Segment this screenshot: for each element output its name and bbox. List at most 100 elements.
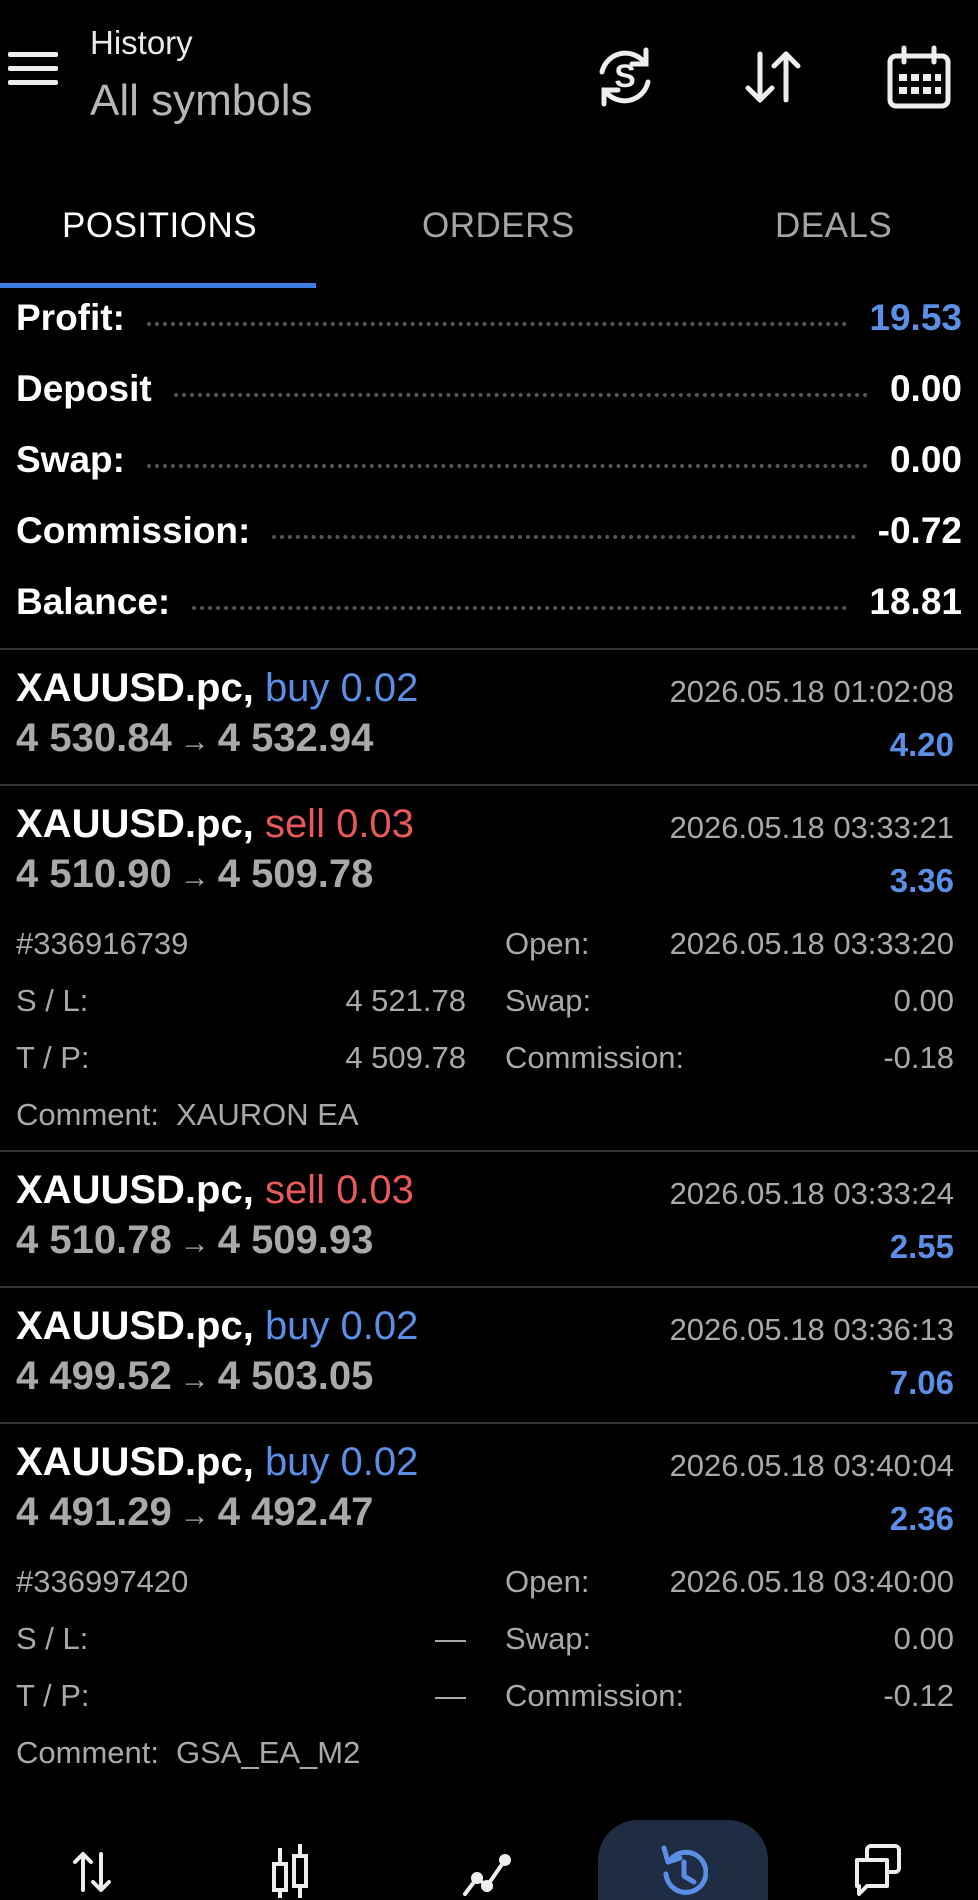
comment-label: Comment: — [16, 1097, 159, 1132]
nav-trade[interactable] — [32, 1820, 152, 1900]
position-prices: 4 530.84 → 4 532.94 — [16, 716, 374, 760]
tab-orders[interactable]: ORDERS — [422, 206, 575, 246]
position-prices: 4 510.78 → 4 509.93 — [16, 1218, 374, 1262]
nav-history[interactable] — [598, 1820, 768, 1900]
app-header: History All symbols S — [0, 0, 978, 150]
position-profit: 3.36 — [889, 862, 954, 899]
swap-value: 0.00 — [893, 983, 954, 1018]
position-symbol: XAUUSD.pc, buy 0.02 — [16, 1304, 419, 1348]
sl-label: S / L: — [16, 983, 89, 1018]
comment-label: Comment: — [16, 1735, 159, 1770]
summary-value: 0.00 — [889, 367, 962, 409]
summary-value: 18.81 — [869, 580, 962, 622]
bottom-navigation — [0, 1820, 978, 1900]
svg-text:S: S — [614, 58, 635, 94]
tab-deals[interactable]: DEALS — [775, 206, 892, 246]
page-title: History — [90, 24, 193, 61]
menu-icon[interactable] — [8, 52, 58, 92]
summary-swap: Swap: 0.00 — [0, 424, 978, 495]
swap-label: Swap: — [505, 983, 592, 1018]
nav-charts[interactable] — [230, 1820, 350, 1900]
tp-label: T / P: — [16, 1040, 90, 1075]
position-profit: 2.36 — [889, 1500, 954, 1537]
summary-value: -0.72 — [877, 509, 962, 551]
position-profit: 2.55 — [889, 1228, 954, 1265]
open-label: Open: — [505, 926, 590, 961]
sl-label: S / L: — [16, 1621, 89, 1656]
position-prices: 4 499.52 → 4 503.05 — [16, 1354, 374, 1398]
position-item-expanded[interactable]: XAUUSD.pc, buy 0.02 4 491.29 → 4 492.47 20… — [0, 1424, 978, 1786]
calendar-icon[interactable] — [884, 42, 954, 112]
commission-value: -0.18 — [883, 1040, 954, 1075]
commission-label: Commission: — [505, 1040, 685, 1075]
sort-icon[interactable] — [738, 42, 808, 112]
position-symbol: XAUUSD.pc, buy 0.02 — [16, 666, 419, 710]
summary-balance: Balance: 18.81 — [0, 566, 978, 637]
position-item[interactable]: XAUUSD.pc, buy 0.02 4 530.84 → 4 532.94 20… — [0, 650, 978, 784]
position-side: sell 0.03 — [264, 1168, 414, 1212]
position-side: sell 0.03 — [264, 802, 414, 846]
position-ticket: #336997420 — [16, 1564, 189, 1599]
swap-value: 0.00 — [893, 1621, 954, 1656]
position-profit: 4.20 — [889, 726, 954, 763]
position-time: 2026.05.18 01:02:08 — [669, 674, 954, 709]
commission-label: Commission: — [505, 1678, 685, 1713]
position-profit: 7.06 — [889, 1364, 954, 1401]
quotes-line-icon — [463, 1854, 511, 1896]
dotted-leader — [173, 392, 868, 397]
history-tabs: POSITIONS ORDERS DEALS — [0, 190, 978, 290]
trade-icon — [73, 1852, 111, 1892]
position-side: buy 0.02 — [264, 1304, 419, 1348]
summary-label: Deposit — [16, 367, 152, 409]
position-symbol: XAUUSD.pc, sell 0.03 — [16, 802, 414, 846]
summary-value: 19.53 — [869, 296, 962, 338]
comment-value: XAURON EA — [176, 1097, 359, 1132]
tp-value: 4 509.78 — [345, 1040, 466, 1075]
position-prices: 4 510.90 → 4 509.78 — [16, 852, 374, 896]
commission-value: -0.12 — [883, 1678, 954, 1713]
position-prices: 4 491.29 → 4 492.47 — [16, 1490, 374, 1534]
summary-label: Commission: — [16, 509, 251, 551]
dotted-leader — [192, 605, 848, 610]
position-symbol: XAUUSD.pc, sell 0.03 — [16, 1168, 414, 1212]
position-time: 2026.05.18 03:33:24 — [669, 1176, 954, 1211]
open-label: Open: — [505, 1564, 590, 1599]
summary-value: 0.00 — [889, 438, 962, 480]
position-time: 2026.05.18 03:33:21 — [669, 810, 954, 845]
position-side: buy 0.02 — [264, 666, 419, 710]
position-item-expanded[interactable]: XAUUSD.pc, sell 0.03 4 510.90 → 4 509.78 2… — [0, 786, 978, 1148]
summary-label: Balance: — [16, 580, 171, 622]
dotted-leader — [146, 321, 848, 326]
nav-messages[interactable] — [818, 1820, 938, 1900]
dotted-leader — [272, 534, 856, 539]
open-time: 2026.05.18 03:40:00 — [669, 1564, 954, 1599]
summary-label: Profit: — [16, 296, 125, 338]
tp-value: — — [435, 1678, 466, 1713]
tab-positions[interactable]: POSITIONS — [62, 206, 257, 246]
open-time: 2026.05.18 03:33:20 — [669, 926, 954, 961]
dotted-leader — [146, 463, 868, 468]
position-ticket: #336916739 — [16, 926, 189, 961]
comment-value: GSA_EA_M2 — [176, 1735, 361, 1770]
messages-icon — [855, 1844, 901, 1896]
sl-value: 4 521.78 — [345, 983, 466, 1018]
position-item[interactable]: XAUUSD.pc, buy 0.02 4 499.52 → 4 503.05 20… — [0, 1288, 978, 1422]
tp-label: T / P: — [16, 1678, 90, 1713]
swap-label: Swap: — [505, 1621, 592, 1656]
position-item[interactable]: XAUUSD.pc, sell 0.03 4 510.78 → 4 509.93 2… — [0, 1152, 978, 1286]
position-time: 2026.05.18 03:40:04 — [669, 1448, 954, 1483]
sl-value: — — [435, 1621, 466, 1656]
summary-label: Swap: — [16, 438, 125, 480]
summary-profit: Profit: 19.53 — [0, 282, 978, 353]
nav-quotes[interactable] — [426, 1820, 546, 1900]
position-side: buy 0.02 — [264, 1440, 419, 1484]
symbol-filter[interactable]: All symbols — [90, 76, 313, 126]
history-summary: Profit: 19.53 Deposit 0.00 Swap: 0.00 Co… — [0, 282, 978, 637]
position-symbol: XAUUSD.pc, buy 0.02 — [16, 1440, 419, 1484]
currency-refresh-icon[interactable]: S — [590, 42, 660, 112]
summary-deposit: Deposit 0.00 — [0, 353, 978, 424]
chart-bars-icon — [272, 1844, 308, 1898]
position-time: 2026.05.18 03:36:13 — [669, 1312, 954, 1347]
summary-commission: Commission: -0.72 — [0, 495, 978, 566]
history-icon — [661, 1845, 708, 1895]
